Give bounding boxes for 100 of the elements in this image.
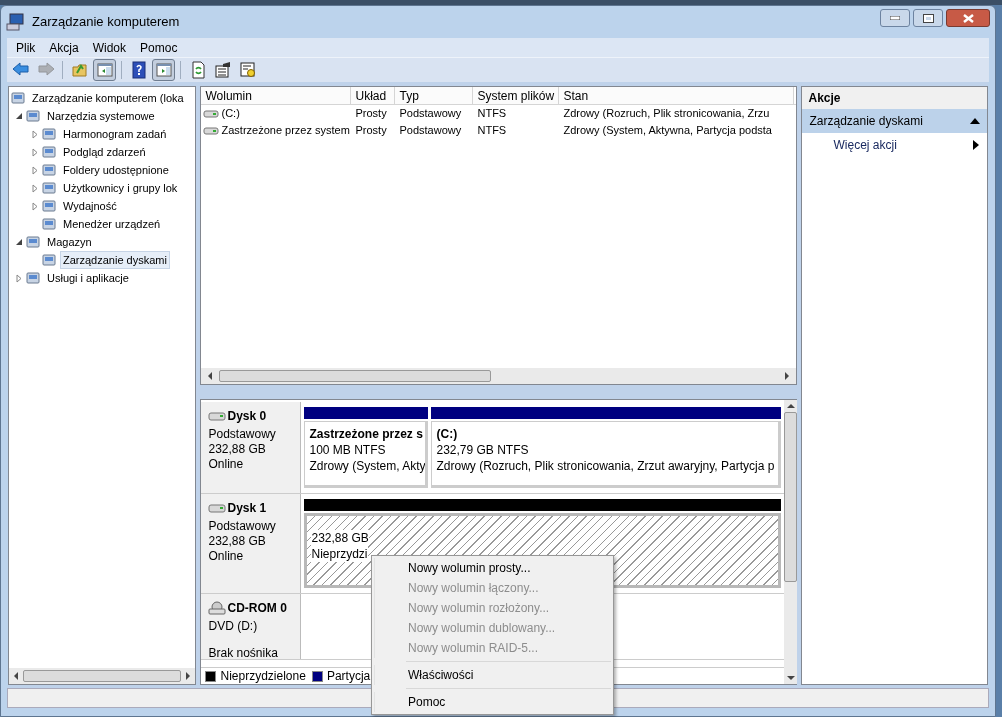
drive-icon <box>203 108 220 119</box>
disk-name: CD-ROM 0 <box>227 600 287 617</box>
tree-item[interactable]: Magazyn <box>44 232 95 252</box>
tree-item[interactable]: Zarządzanie komputerem (loka <box>29 88 187 108</box>
partition-title: Zastrzeżone przez s <box>309 426 422 442</box>
menu-item[interactable]: Pomoc <box>133 38 185 57</box>
collapsed-arrow-icon[interactable] <box>31 201 39 211</box>
node-icon <box>41 216 57 232</box>
column-header[interactable]: Stan <box>559 87 795 104</box>
disk-name: Dysk 0 <box>227 408 267 425</box>
tree-item[interactable]: Użytkownicy i grupy lok <box>60 178 181 198</box>
disk-detail: Podstawowy <box>208 426 277 440</box>
partition-box[interactable]: (C:) 232,79 GB NTFS Zdrowy (Rozruch, Plik stronicowania, Zrzut awaryjny, Partycja p <box>431 421 782 488</box>
folder-icon <box>70 61 89 79</box>
node-icon <box>41 144 57 160</box>
menu-item[interactable]: Właściwości <box>374 665 611 685</box>
node-icon <box>25 270 41 286</box>
expanded-arrow-icon[interactable] <box>15 112 23 120</box>
volume-name: (C:) <box>221 106 240 122</box>
menu-item[interactable]: Widok <box>85 38 134 57</box>
partition-status: Zdrowy (Rozruch, Plik stronicowania, Zrzut awaryjny, Partycja p <box>436 458 775 474</box>
table-cell-text: NTFS <box>476 123 508 139</box>
disk-name: Dysk 1 <box>227 500 267 517</box>
action-link[interactable]: Więcej akcji <box>833 136 973 154</box>
table-cell-text: NTFS <box>476 106 508 122</box>
disk-detail: Podstawowy <box>208 518 277 532</box>
table-cell-text: Podstawowy <box>398 123 463 139</box>
computer-icon <box>6 13 24 31</box>
table-cell-text: Zdrowy (Rozruch, Plik stronicowania, Zrzu <box>562 106 771 122</box>
menu-item[interactable]: Pomoc <box>374 692 611 712</box>
disk-detail: Brak nośnika <box>208 645 279 659</box>
node-icon <box>41 198 57 214</box>
horizontal-scrollbar[interactable] <box>9 668 196 684</box>
minimize-icon <box>890 16 900 20</box>
help-icon <box>129 61 148 79</box>
legend-label: Nieprzydzielone <box>220 668 306 685</box>
horizontal-scrollbar[interactable] <box>201 368 797 384</box>
table-cell-text: Prosty <box>354 106 388 122</box>
maximize-button[interactable] <box>913 9 943 27</box>
tree-item[interactable]: Podgląd zdarzeń <box>60 142 149 162</box>
volume-name: Zastrzeżone przez system <box>221 123 350 139</box>
tree-item[interactable]: Zarządzanie dyskami <box>60 250 170 270</box>
drive-icon <box>208 502 227 514</box>
node-icon <box>10 90 26 106</box>
table-cell-text: Podstawowy <box>398 106 463 122</box>
collapse-arrow-icon[interactable] <box>970 118 980 124</box>
column-header[interactable]: Wolumin <box>201 87 352 104</box>
properties-icon <box>213 61 232 79</box>
tree-item[interactable]: Wydajność <box>60 196 120 216</box>
legend-label: Partycja <box>326 668 371 685</box>
close-button[interactable] <box>946 9 990 27</box>
forward-arrow-icon <box>36 61 55 79</box>
tree-item[interactable]: Menedżer urządzeń <box>60 214 164 234</box>
actions-heading: Akcje <box>802 87 987 109</box>
column-header[interactable]: Typ <box>395 87 474 104</box>
scroll-down-icon[interactable] <box>785 674 796 682</box>
disk-detail: DVD (D:) <box>208 618 259 632</box>
node-icon <box>25 234 41 250</box>
disk-detail: Online <box>208 456 245 470</box>
node-icon <box>25 108 41 124</box>
node-icon <box>41 162 57 178</box>
vertical-scrollbar[interactable] <box>784 400 798 684</box>
tree-item[interactable]: Narzędzia systemowe <box>44 106 158 126</box>
column-header[interactable]: System plików <box>473 87 560 104</box>
partition-box[interactable]: Zastrzeżone przez s 100 MB NTFS Zdrowy (System, Akty <box>304 421 429 488</box>
node-icon <box>41 252 57 268</box>
tree-item[interactable]: Foldery udostępnione <box>60 160 172 180</box>
partition-size: 232,79 GB NTFS <box>436 442 529 458</box>
column-header[interactable]: Układ <box>351 87 396 104</box>
tree-item[interactable]: Harmonogram zadań <box>60 124 170 144</box>
menu-item[interactable]: Plik <box>9 38 43 57</box>
collapsed-arrow-icon[interactable] <box>31 147 39 157</box>
scroll-up-icon[interactable] <box>785 402 796 410</box>
expanded-arrow-icon[interactable] <box>15 238 23 246</box>
partition-title: (C:) <box>436 426 459 442</box>
menu-item[interactable]: Akcja <box>42 38 86 57</box>
partition-size: 232,88 GB <box>311 530 369 546</box>
window-title: Zarządzanie komputerem <box>32 13 181 32</box>
action-pane-button[interactable] <box>152 59 175 81</box>
tree-item[interactable]: Usługi i aplikacje <box>44 268 132 288</box>
submenu-arrow-icon <box>973 140 979 150</box>
actions-section-header[interactable]: Zarządzanie dyskami <box>802 109 987 133</box>
collapsed-arrow-icon[interactable] <box>15 273 23 283</box>
collapsed-arrow-icon[interactable] <box>31 129 39 139</box>
minimize-button[interactable] <box>880 9 910 27</box>
drive-icon <box>208 410 227 422</box>
partition-size: 100 MB NTFS <box>309 442 386 458</box>
tree-pane-button[interactable] <box>93 59 116 81</box>
collapsed-arrow-icon[interactable] <box>31 183 39 193</box>
partition-status: Nieprzydzi <box>311 546 368 562</box>
settings-icon <box>238 61 257 79</box>
menu-item[interactable]: Nowy wolumin prosty... <box>374 558 611 578</box>
section-title: Zarządzanie dyskami <box>809 113 924 130</box>
action-pane-icon <box>154 61 173 79</box>
close-icon <box>962 13 974 23</box>
node-icon <box>41 180 57 196</box>
drive-icon <box>203 125 220 136</box>
table-cell-text: Zdrowy (System, Aktywna, Partycja podsta <box>562 123 773 139</box>
collapsed-arrow-icon[interactable] <box>31 165 39 175</box>
back-arrow-icon <box>11 61 30 79</box>
